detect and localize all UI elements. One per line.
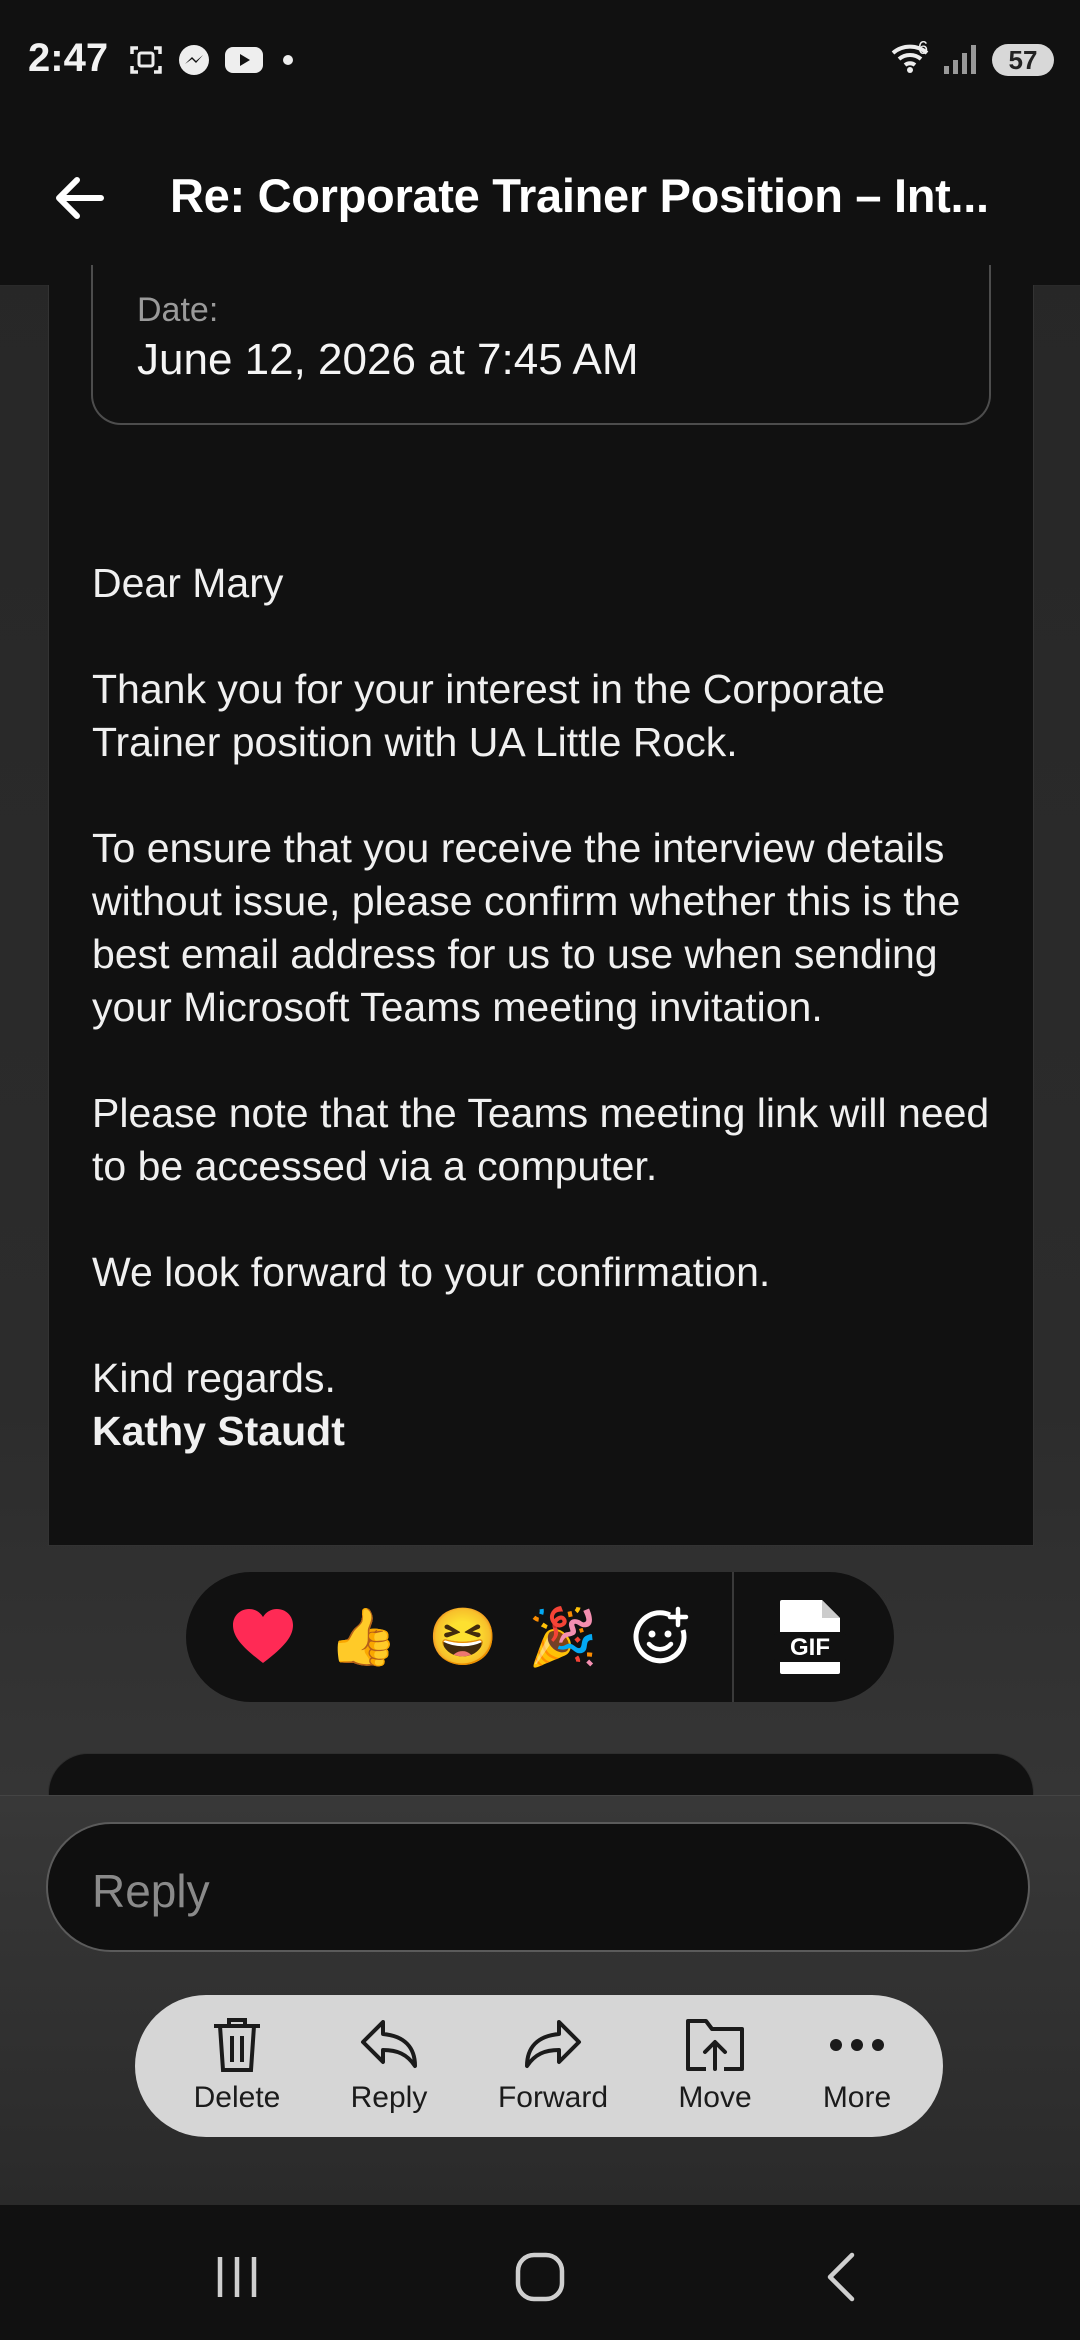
more-label: More: [822, 2081, 892, 2114]
chevron-left-icon: [827, 2252, 855, 2302]
heart-icon: [233, 1609, 293, 1663]
battery-indicator: 57: [992, 44, 1054, 76]
back-button[interactable]: [46, 165, 112, 231]
thumbs-up-icon: 👍: [328, 1605, 398, 1668]
add-reaction-button[interactable]: [626, 1602, 696, 1672]
email-subject-title: Re: Corporate Trainer Position – Int...: [170, 169, 989, 222]
move-button[interactable]: Move: [650, 2015, 780, 2125]
trash-icon: [214, 2018, 260, 2072]
system-back-button[interactable]: [802, 2247, 882, 2307]
signature: Kathy Staudt: [92, 1408, 345, 1454]
reply-button[interactable]: Reply: [324, 2015, 454, 2125]
body-paragraph: We look forward to your confirmation.: [92, 1249, 771, 1295]
email-header: Re: Corporate Trainer Position – Int...: [0, 120, 1080, 286]
message-card: Date: June 12, 2026 at 7:45 AM Dear Mary…: [48, 265, 1034, 1546]
notification-icons: [128, 40, 300, 80]
reply-input[interactable]: Reply: [46, 1822, 1030, 1952]
gif-button[interactable]: GIF: [768, 1600, 852, 1674]
move-label: Move: [678, 2081, 752, 2114]
reply-arrow-icon: [361, 2020, 417, 2068]
reply-placeholder: Reply: [92, 1865, 210, 1917]
signal-icon: [942, 40, 982, 81]
recent-apps-button[interactable]: [197, 2247, 277, 2307]
status-bar: 2:47 6 57: [0, 0, 1080, 120]
reaction-divider: [732, 1572, 734, 1702]
ellipsis-icon: [830, 2039, 884, 2051]
forward-arrow-icon: [525, 2020, 581, 2068]
email-body: Dear Mary Thank you for your interest in…: [92, 557, 1012, 1458]
youtube-icon: [224, 44, 264, 76]
date-value: June 12, 2026 at 7:45 AM: [137, 335, 639, 384]
party-reaction-button[interactable]: 🎉: [528, 1602, 598, 1672]
screenshot-icon: [128, 42, 164, 78]
system-navigation-bar: [0, 2205, 1080, 2340]
heart-reaction-button[interactable]: [228, 1602, 298, 1672]
greeting: Dear Mary: [92, 560, 284, 606]
thumbs-up-reaction-button[interactable]: 👍: [328, 1602, 398, 1672]
message-details-box: Date: June 12, 2026 at 7:45 AM: [91, 265, 991, 425]
body-paragraph: Thank you for your interest in the Corpo…: [92, 666, 886, 765]
dot-icon: [276, 48, 300, 72]
date-label: Date:: [137, 291, 219, 329]
wifi-icon: [890, 41, 932, 80]
laughing-reaction-button[interactable]: 😆: [428, 1602, 498, 1672]
laughing-face-icon: 😆: [428, 1605, 498, 1668]
home-icon: [515, 2252, 565, 2302]
reaction-bar: 👍 😆 🎉 GIF: [186, 1572, 894, 1702]
reply-label: Reply: [350, 2081, 428, 2114]
messenger-icon: [176, 42, 212, 78]
status-time: 2:47: [28, 36, 109, 80]
more-button[interactable]: More: [792, 2015, 922, 2125]
email-action-bar: Delete Reply Forward Move More: [135, 1995, 943, 2137]
folder-move-icon: [686, 2019, 744, 2071]
gif-label: GIF: [790, 1634, 830, 1661]
email-screen: 2:47 6 57 Re: Corporate Trainer Position…: [0, 0, 1080, 2340]
forward-button[interactable]: Forward: [488, 2015, 618, 2125]
delete-label: Delete: [193, 2081, 281, 2114]
body-paragraph: Please note that the Teams meeting link …: [92, 1090, 990, 1189]
delete-button[interactable]: Delete: [172, 2015, 302, 2125]
arrow-left-icon: [56, 177, 104, 219]
home-button[interactable]: [500, 2247, 580, 2307]
forward-label: Forward: [497, 2081, 609, 2114]
system-icons: 57: [890, 40, 1054, 80]
recent-apps-icon: [217, 2257, 257, 2297]
body-paragraph: To ensure that you receive the interview…: [92, 825, 961, 1030]
signoff: Kind regards.: [92, 1355, 336, 1401]
gif-file-icon: GIF: [774, 1600, 846, 1674]
party-popper-icon: 🎉: [528, 1605, 598, 1668]
emoji-add-icon: [633, 1606, 689, 1664]
